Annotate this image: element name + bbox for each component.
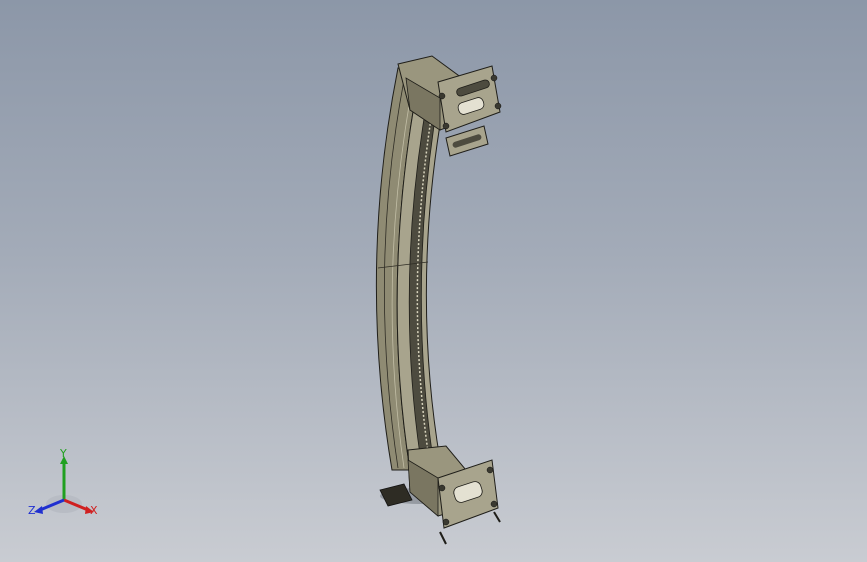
graphics-viewport[interactable]: Y X Z	[0, 0, 867, 562]
3d-model-curved-rail-assembly[interactable]	[0, 0, 867, 562]
coordinate-triad: Y X Z	[24, 448, 104, 528]
top-bolt-3	[438, 92, 446, 100]
bottom-bolt-1	[486, 466, 494, 474]
bottom-bolt-3	[438, 484, 446, 492]
bottom-bolt-2	[490, 500, 498, 508]
y-axis-label: Y	[60, 447, 67, 460]
z-axis-label: Z	[28, 504, 36, 517]
bottom-bolt-4	[442, 518, 450, 526]
top-bolt-2	[494, 102, 502, 110]
top-bolt-1	[490, 74, 498, 82]
x-axis-label: X	[90, 504, 98, 517]
bottom-stud-2	[493, 511, 501, 523]
top-bolt-4	[442, 122, 450, 130]
bottom-stud-1	[439, 531, 447, 545]
